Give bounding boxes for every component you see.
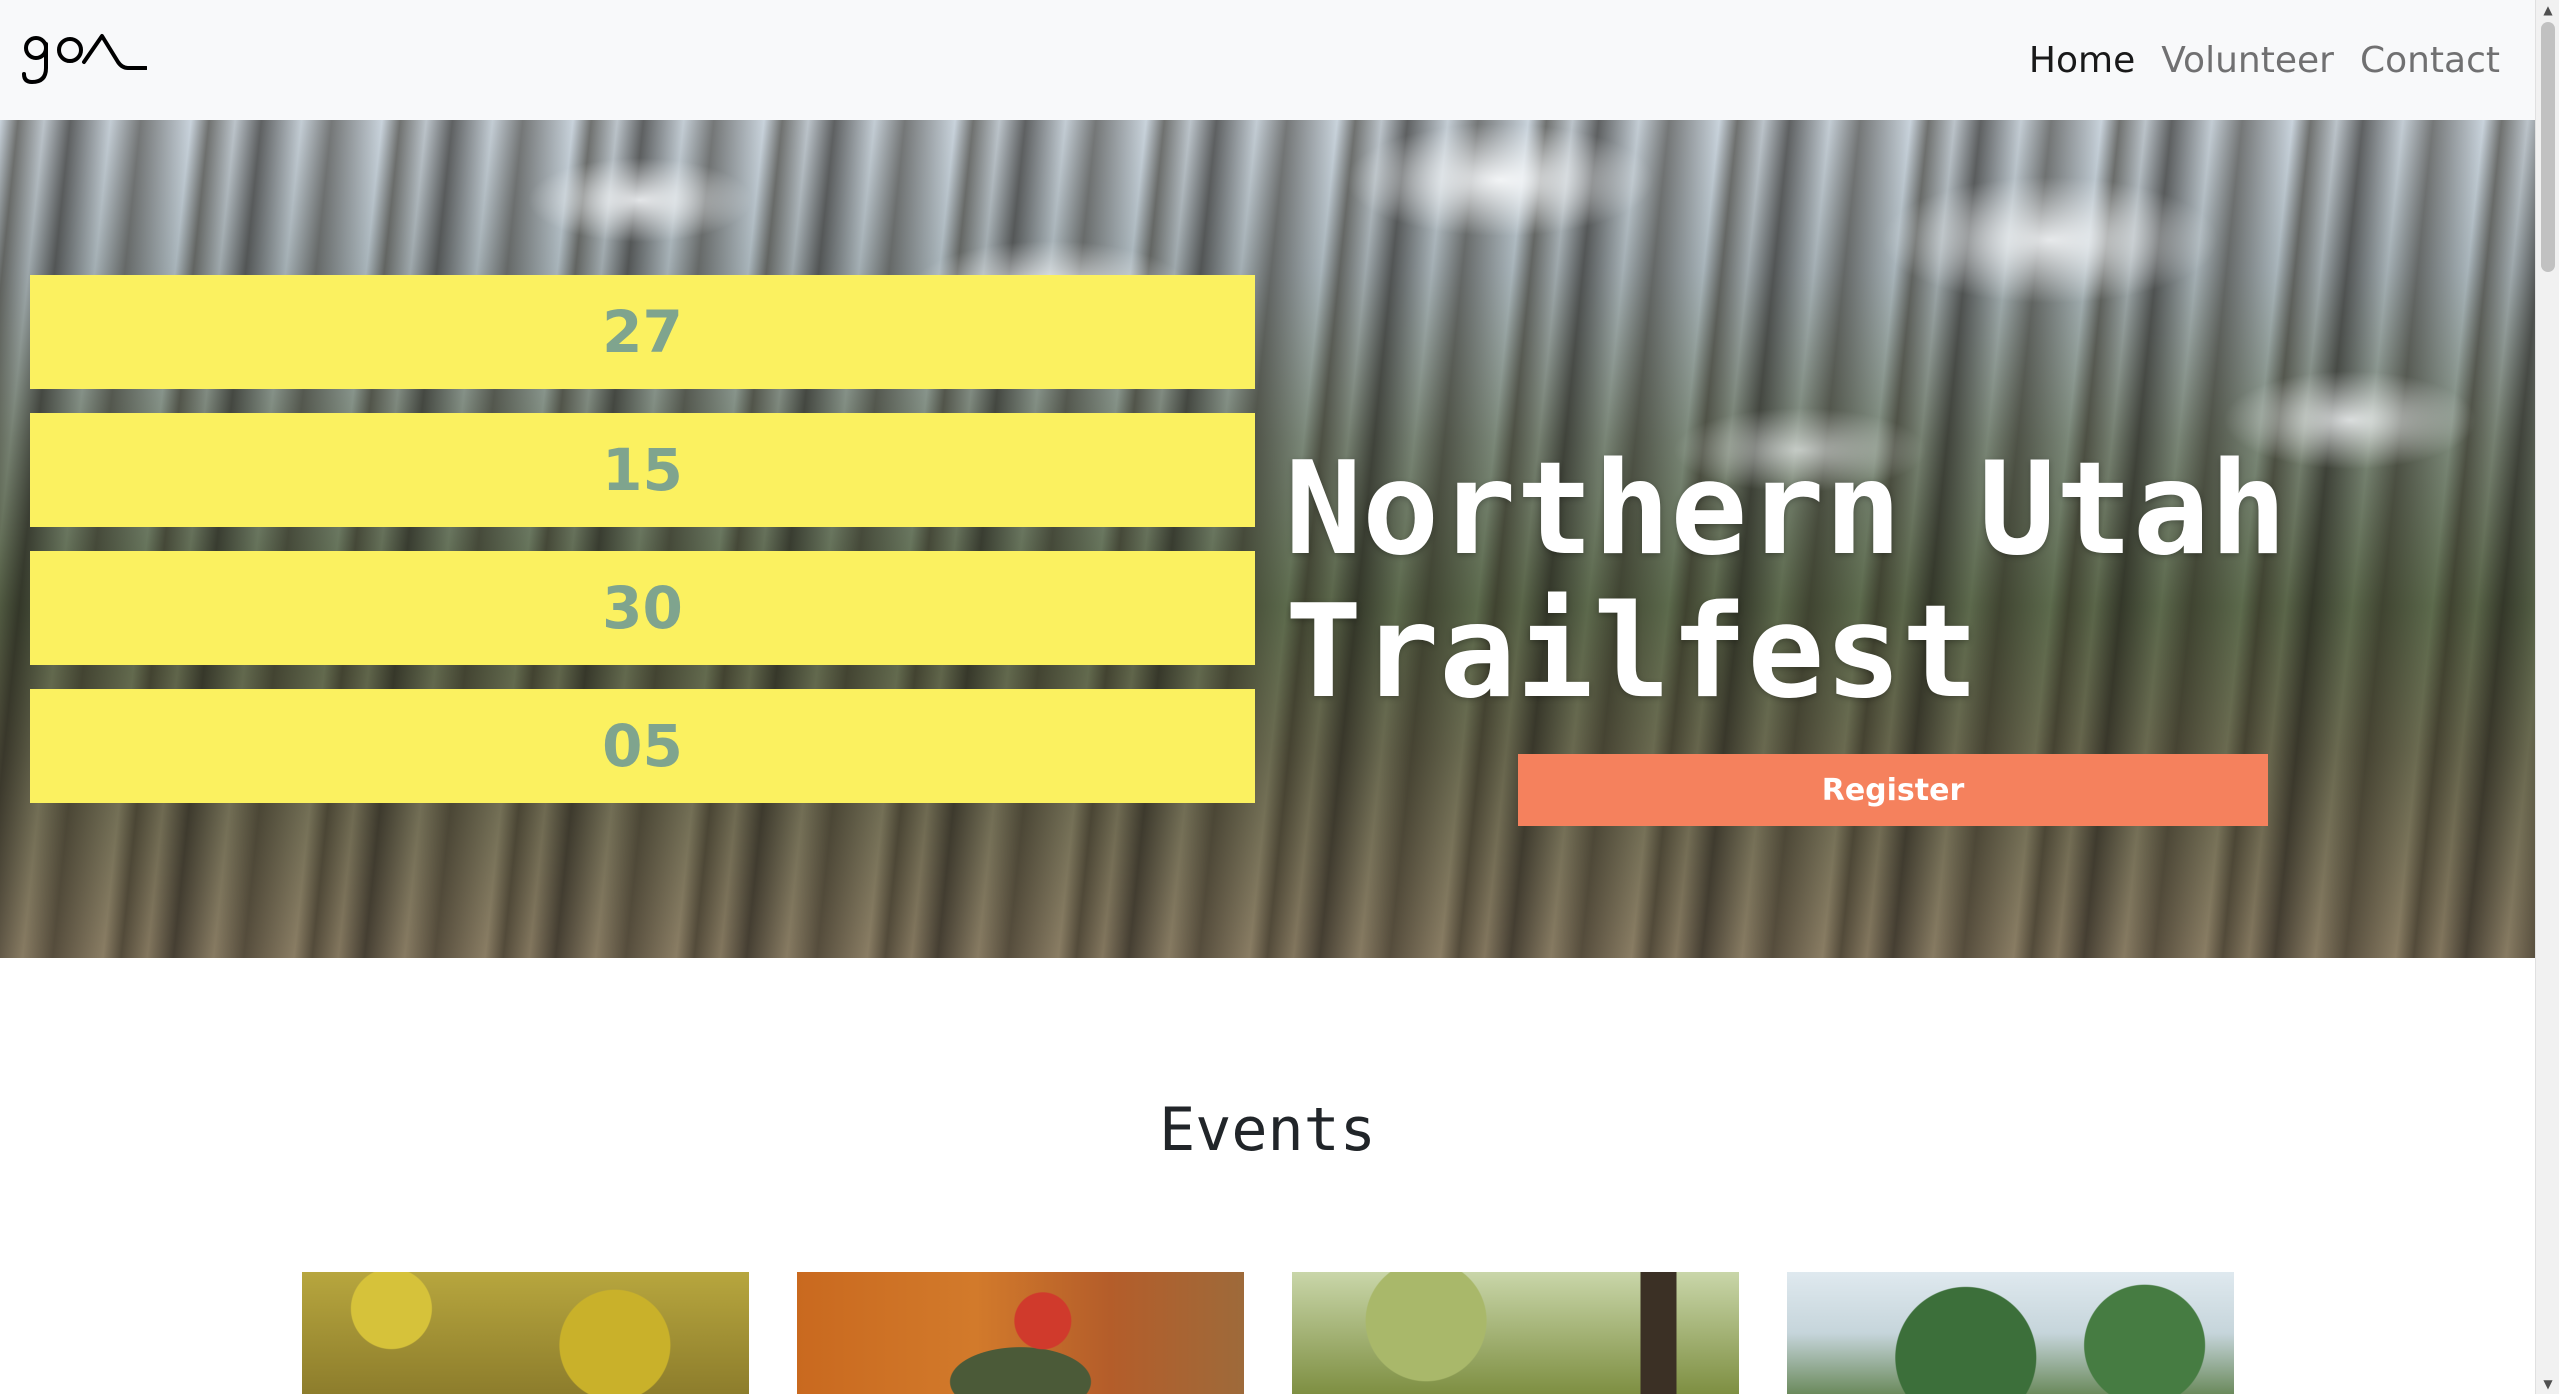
countdown-minutes: 30 xyxy=(30,551,1255,665)
event-card[interactable] xyxy=(302,1272,749,1394)
vertical-scrollbar[interactable]: ▲ ▼ xyxy=(2535,0,2559,1394)
goa-logo[interactable] xyxy=(22,30,147,90)
hero-section: 27 15 30 05 Northern Utah Trailfest Regi… xyxy=(0,120,2535,958)
events-heading: Events xyxy=(1159,1095,1376,1165)
navbar: Home Volunteer Contact xyxy=(0,0,2535,120)
event-card-image xyxy=(1292,1272,1739,1394)
event-card[interactable] xyxy=(1292,1272,1739,1394)
countdown-hours: 15 xyxy=(30,413,1255,527)
countdown: 27 15 30 05 xyxy=(30,275,1255,827)
countdown-seconds: 05 xyxy=(30,689,1255,803)
event-card[interactable] xyxy=(797,1272,1244,1394)
countdown-days: 27 xyxy=(30,275,1255,389)
event-card-image xyxy=(1787,1272,2234,1394)
register-button[interactable]: Register xyxy=(1518,754,2268,826)
scroll-down-arrow-icon[interactable]: ▼ xyxy=(2536,1374,2559,1394)
hero-title: Northern Utah Trailfest xyxy=(1285,435,2287,727)
event-card[interactable] xyxy=(1787,1272,2234,1394)
nav-links: Home Volunteer Contact xyxy=(2029,0,2500,120)
event-card-image xyxy=(797,1272,1244,1394)
nav-contact-link[interactable]: Contact xyxy=(2360,40,2500,81)
nav-volunteer-link[interactable]: Volunteer xyxy=(2161,40,2334,81)
nav-home-link[interactable]: Home xyxy=(2029,40,2135,81)
scrollbar-thumb[interactable] xyxy=(2541,22,2555,272)
scroll-up-arrow-icon[interactable]: ▲ xyxy=(2536,0,2559,20)
event-card-image xyxy=(302,1272,749,1394)
